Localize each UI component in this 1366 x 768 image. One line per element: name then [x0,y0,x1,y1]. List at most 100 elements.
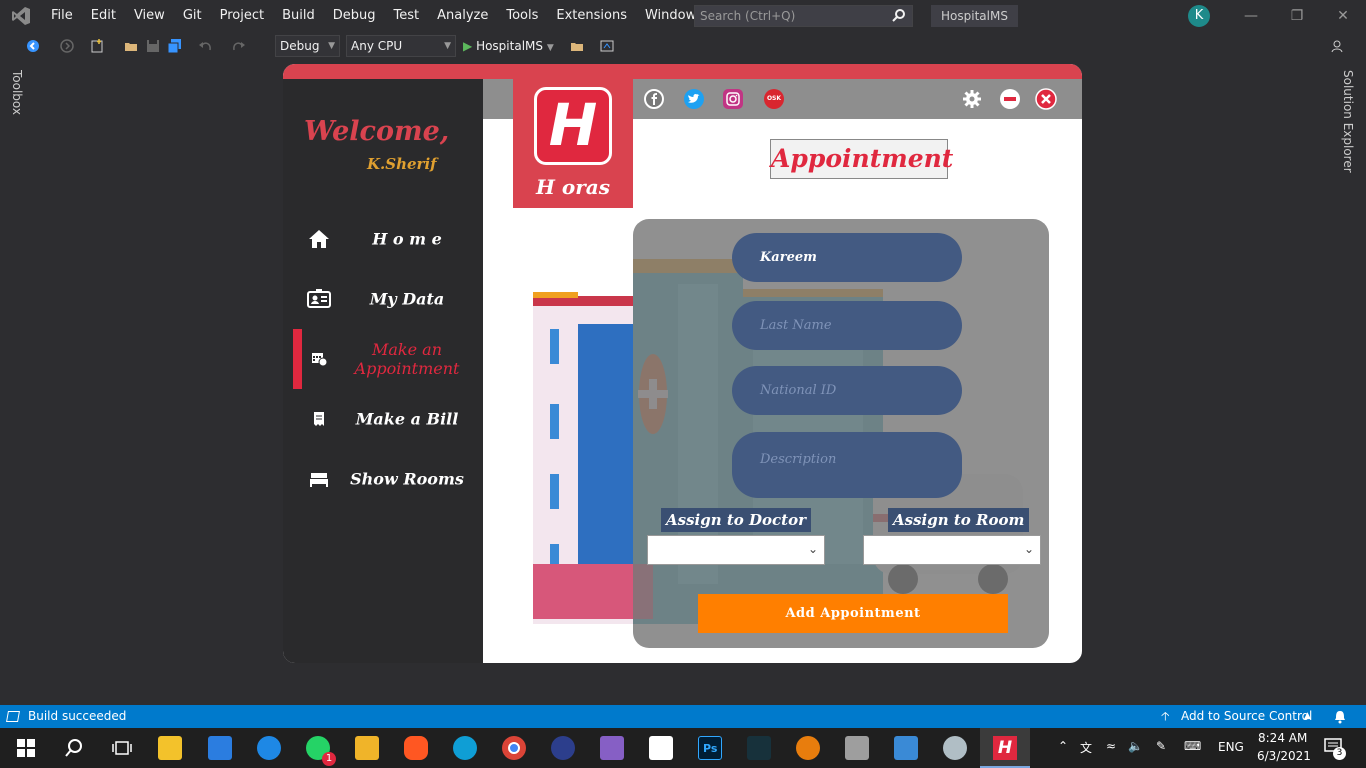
room-select[interactable]: ⌄ [863,535,1041,565]
menu-git[interactable]: Git [174,0,211,32]
language-indicator[interactable]: ENG [1218,740,1244,754]
output-window-icon[interactable] [6,711,20,722]
photoshop-icon[interactable]: Ps [698,736,722,760]
configuration-select[interactable]: Debug ▼ [275,35,340,57]
forward-icon[interactable] [60,39,74,53]
file-explorer-icon[interactable] [355,736,379,760]
user-avatar[interactable]: K [1188,5,1210,27]
vs-toolbar [0,32,1366,60]
description-field[interactable]: Description [732,432,962,498]
gear-icon[interactable] [961,88,983,110]
menu-project[interactable]: Project [211,0,273,32]
save-icon[interactable] [146,39,160,53]
app-frame-icon[interactable] [649,736,673,760]
task-view-icon[interactable] [110,736,134,760]
menu-test[interactable]: Test [385,0,429,32]
hospitalms-taskbar-item[interactable]: H [980,728,1030,768]
close-app-icon[interactable] [1035,88,1057,110]
sync-app-icon[interactable] [257,736,281,760]
horas-logo: H H oras [513,79,633,208]
blender-icon[interactable] [796,736,820,760]
minimize-window-icon[interactable]: — [1228,0,1274,32]
wifi-icon[interactable]: ≈ [1106,739,1116,753]
visual-studio-logo-icon[interactable] [0,0,42,32]
menu-view[interactable]: View [125,0,174,32]
add-appointment-button[interactable]: Add Appointment [698,594,1008,633]
nav-make-bill[interactable]: Make a Bill [283,389,483,449]
solution-folder-icon[interactable] [570,39,584,53]
calendar-icon [307,347,331,371]
add-to-source-control-button[interactable]: Add to Source Control [1181,705,1312,728]
platform-select[interactable]: Any CPU ▼ [346,35,456,57]
id-card-icon [307,287,331,311]
mail-icon[interactable] [208,736,232,760]
new-item-icon[interactable] [90,39,104,53]
nav-show-rooms[interactable]: Show Rooms [283,449,483,509]
visual-studio-taskbar-icon[interactable] [600,736,624,760]
instagram-icon[interactable] [723,89,743,109]
paint-icon[interactable] [943,736,967,760]
bed-icon [307,467,331,491]
doctor-select[interactable]: ⌄ [647,535,825,565]
whatsapp-icon[interactable]: 1 [306,736,336,766]
first-name-field[interactable]: Kareem [732,233,962,282]
chrome-icon[interactable] [502,736,526,760]
menu-analyze[interactable]: Analyze [428,0,497,32]
start-debugging-button[interactable]: ▶ HospitalMS ▼ [463,35,554,57]
back-icon[interactable] [26,39,40,53]
whatsapp-badge: 1 [322,752,336,766]
save-all-icon[interactable] [167,39,182,54]
notification-count-badge: 3 [1333,747,1346,760]
store-icon[interactable] [158,736,182,760]
action-center-icon[interactable]: 3 [1324,738,1346,760]
last-name-field[interactable]: Last Name [732,301,962,350]
photos-icon[interactable] [894,736,918,760]
keyboard-icon[interactable]: ⌨ [1184,739,1201,753]
national-id-field[interactable]: National ID [732,366,962,415]
windows-start-icon[interactable] [14,736,38,760]
restore-window-icon[interactable]: ❐ [1274,0,1320,32]
menu-file[interactable]: File [42,0,82,32]
facebook-icon[interactable] [644,89,664,109]
solution-explorer-tab[interactable]: Solution Explorer [1341,70,1355,173]
windows-taskbar: 1 Ps H ⌃ 文 ≈ 🔈 ✎ ⌨ ENG 8:24 AM 6/3/2021 … [0,728,1366,768]
menu-tools[interactable]: Tools [497,0,547,32]
twitter-icon[interactable] [684,89,704,109]
chevron-down-icon: ⌄ [807,542,818,556]
notification-bell-icon[interactable] [1334,705,1346,728]
video-app-icon[interactable] [404,736,428,760]
close-window-icon[interactable]: ✕ [1320,0,1366,32]
nav-make-appointment[interactable]: Make an Appointment [283,329,483,389]
language-bar-icon[interactable]: 文 [1080,739,1092,756]
database-icon[interactable] [845,736,869,760]
clock-date[interactable]: 6/3/2021 [1257,749,1311,763]
vs-menubar: File Edit View Git Project Build Debug T… [0,0,1366,32]
redo-icon[interactable] [232,39,246,53]
browser-link-icon[interactable] [600,39,614,53]
edge-icon[interactable] [453,736,477,760]
pen-icon[interactable]: ✎ [1156,739,1166,753]
clock-time[interactable]: 8:24 AM [1258,731,1307,745]
menu-build[interactable]: Build [273,0,324,32]
vs-menu: File Edit View Git Project Build Debug T… [42,0,753,32]
show-hidden-icons-icon[interactable]: ⌃ [1058,739,1068,753]
volume-icon[interactable]: 🔈 [1128,739,1143,753]
assign-room-label: Assign to Room [888,508,1030,532]
menu-extensions[interactable]: Extensions [547,0,636,32]
feedback-icon[interactable] [1330,39,1344,53]
nav-home[interactable]: H o m e [283,209,483,269]
menu-debug[interactable]: Debug [324,0,385,32]
play-icon: ▶ [463,39,473,53]
taskbar-search-icon[interactable] [62,736,86,760]
nav-my-data[interactable]: My Data [283,269,483,329]
open-folder-icon[interactable] [124,39,138,53]
eclipse-icon[interactable] [551,736,575,760]
menu-edit[interactable]: Edit [82,0,125,32]
minimize-app-icon[interactable] [999,88,1021,110]
osk-social-icon[interactable]: OSK [764,89,784,109]
welcome-text: Welcome, [304,116,450,147]
vs-search-input[interactable]: Search (Ctrl+Q) [694,5,913,27]
terminal-app-icon[interactable] [747,736,771,760]
undo-icon[interactable] [198,39,212,53]
toolbox-tab[interactable]: Toolbox [10,70,24,115]
